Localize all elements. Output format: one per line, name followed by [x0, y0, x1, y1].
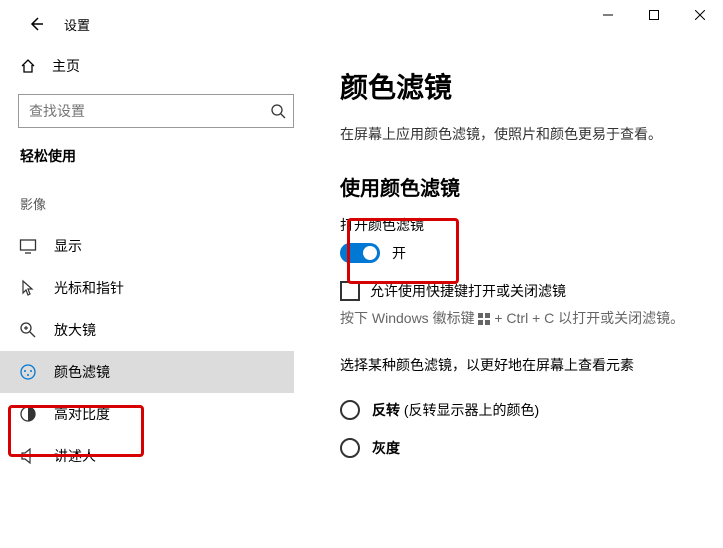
shortcut-hint: 按下 Windows 徽标键 + Ctrl + C 以打开或关闭滤镜。	[340, 307, 693, 329]
radio-invert[interactable]: 反转 (反转显示器上的颜色)	[340, 391, 693, 429]
color-filter-toggle[interactable]	[340, 243, 380, 263]
back-button[interactable]	[20, 8, 52, 40]
windows-logo-icon	[478, 313, 490, 325]
sidebar-item-magnifier[interactable]: 放大镜	[0, 309, 294, 351]
search-icon	[270, 94, 286, 128]
display-icon	[18, 237, 38, 255]
back-arrow-icon	[28, 16, 44, 32]
sidebar-subgroup-vision: 影像	[20, 194, 294, 213]
home-label: 主页	[52, 56, 80, 76]
window-close-button[interactable]	[677, 0, 723, 30]
sidebar-item-label: 显示	[54, 236, 82, 256]
cursor-icon	[18, 279, 38, 297]
maximize-icon	[649, 10, 659, 20]
sidebar-item-label: 高对比度	[54, 404, 110, 424]
sidebar: 主页 轻松使用 影像 显示 光标和指针	[0, 48, 310, 548]
sidebar-item-narrator[interactable]: 讲述人	[0, 435, 294, 477]
window-maximize-button[interactable]	[631, 0, 677, 30]
sidebar-item-display[interactable]: 显示	[0, 225, 294, 267]
close-icon	[695, 10, 705, 20]
shortcut-checkbox-label: 允许使用快捷键打开或关闭滤镜	[370, 281, 566, 301]
app-title: 设置	[64, 15, 90, 34]
radio-label: 灰度	[372, 438, 400, 458]
sidebar-item-cursor[interactable]: 光标和指针	[0, 267, 294, 309]
radio-circle-icon	[340, 438, 360, 458]
sidebar-item-color-filters[interactable]: 颜色滤镜	[0, 351, 294, 393]
color-filters-icon	[18, 363, 38, 381]
sidebar-item-label: 讲述人	[54, 446, 96, 466]
page-title: 颜色滤镜	[340, 66, 693, 106]
section-heading-use-filter: 使用颜色滤镜	[340, 172, 693, 201]
sidebar-item-label: 光标和指针	[54, 278, 124, 298]
window-minimize-button[interactable]	[585, 0, 631, 30]
main-content: 颜色滤镜 在屏幕上应用颜色滤镜，使照片和颜色更易于查看。 使用颜色滤镜 打开颜色…	[310, 48, 723, 548]
home-icon	[18, 58, 38, 74]
home-nav-item[interactable]: 主页	[18, 48, 294, 84]
high-contrast-icon	[18, 405, 38, 423]
page-description: 在屏幕上应用颜色滤镜，使照片和颜色更易于查看。	[340, 124, 693, 144]
sidebar-group-ease-of-access: 轻松使用	[20, 146, 294, 166]
search-box[interactable]	[18, 94, 294, 128]
sidebar-item-label: 放大镜	[54, 320, 96, 340]
magnifier-icon	[18, 321, 38, 339]
sidebar-item-high-contrast[interactable]: 高对比度	[0, 393, 294, 435]
sidebar-item-label: 颜色滤镜	[54, 362, 110, 382]
narrator-icon	[18, 447, 38, 465]
toggle-state-text: 开	[392, 243, 406, 263]
radio-label: 反转 (反转显示器上的颜色)	[372, 400, 539, 420]
minimize-icon	[603, 10, 613, 20]
radio-circle-icon	[340, 400, 360, 420]
choose-filter-label: 选择某种颜色滤镜，以更好地在屏幕上查看元素	[340, 355, 693, 375]
radio-grayscale[interactable]: 灰度	[340, 429, 693, 467]
shortcut-checkbox[interactable]	[340, 281, 360, 301]
search-input[interactable]	[18, 94, 294, 128]
toggle-label: 打开颜色滤镜	[340, 215, 693, 235]
